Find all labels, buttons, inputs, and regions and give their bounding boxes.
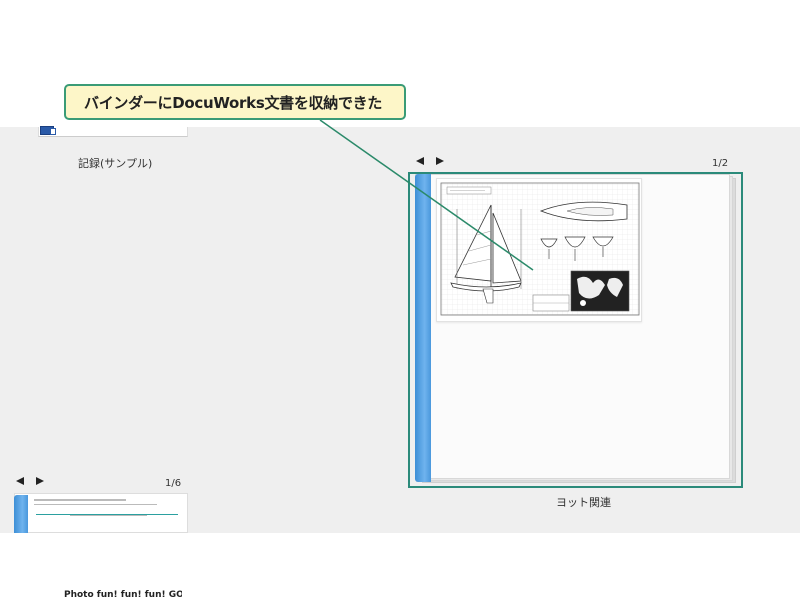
blueprint-drawing: [440, 182, 640, 316]
prev-page-icon[interactable]: [416, 157, 424, 165]
bottom-binder-preview-title: Photo fun! fun! fun! GO!: [64, 590, 182, 600]
binder-label-record-sample: 記録(サンプル): [78, 157, 153, 170]
sailboat-blueprint-document[interactable]: [436, 178, 642, 322]
callout-annotation: バインダーにDocuWorks文書を収納できた: [64, 84, 406, 120]
bottom-binder-page-count: 1/6: [165, 478, 182, 489]
docuworks-file-icon: [40, 126, 56, 135]
binder-label-yacht: ヨット関連: [556, 496, 611, 509]
bottom-binder-preview: [30, 496, 184, 533]
next-page-icon[interactable]: [436, 157, 444, 165]
binder-spine: [14, 495, 28, 533]
main-binder-page-count: 1/2: [712, 158, 729, 169]
binder-spine: [415, 174, 431, 482]
prev-page-icon[interactable]: [16, 477, 24, 485]
next-page-icon[interactable]: [36, 477, 44, 485]
binder-record-sample[interactable]: [38, 127, 188, 137]
